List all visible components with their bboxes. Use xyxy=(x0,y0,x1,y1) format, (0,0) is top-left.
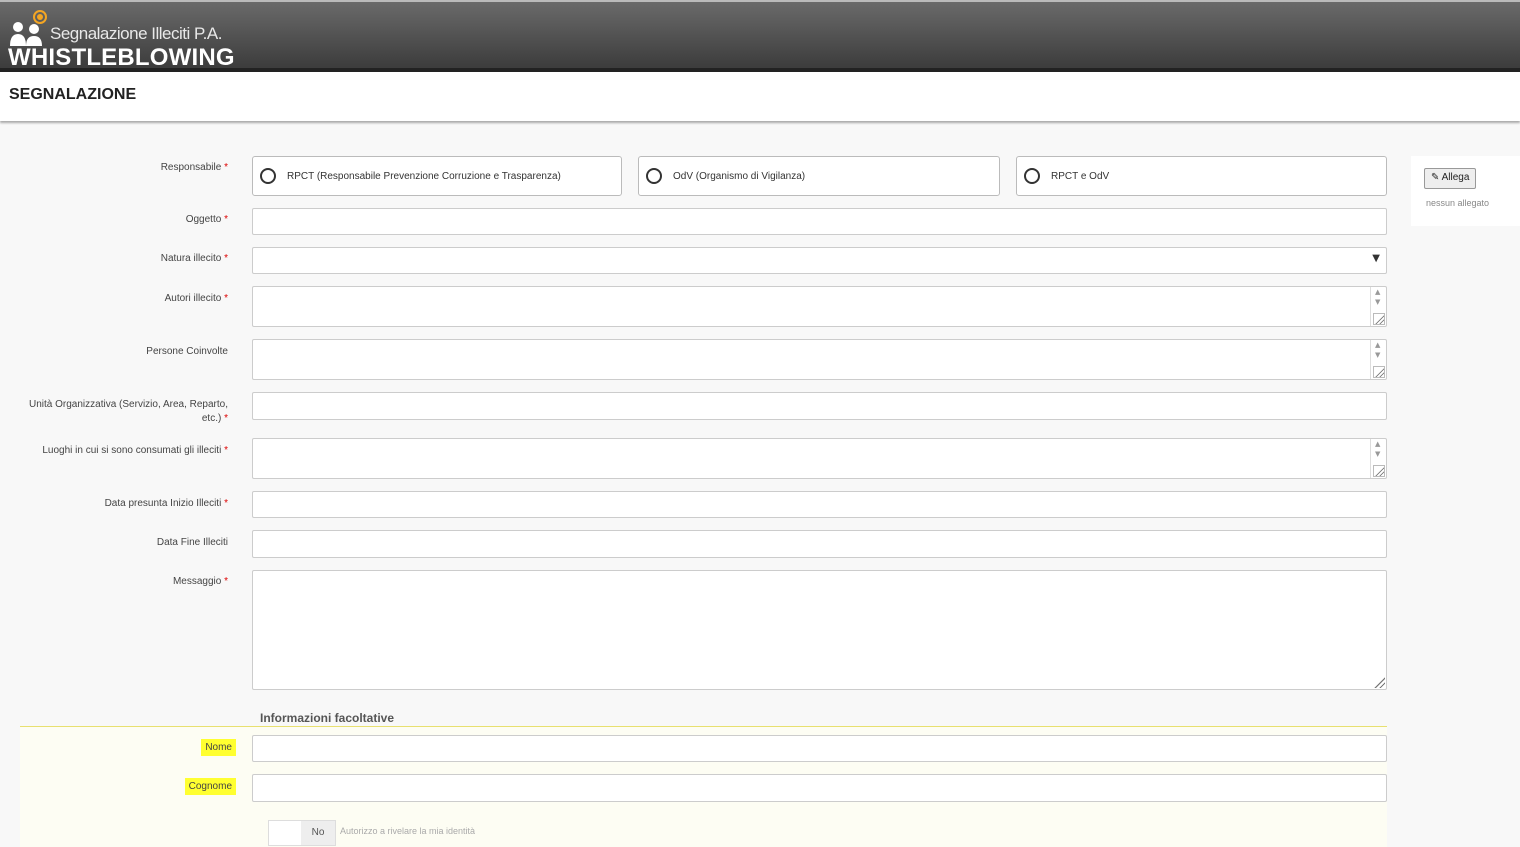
paperclip-icon: ✎ xyxy=(1431,172,1440,183)
messaggio-label: Messaggio * xyxy=(172,576,228,587)
toggle-value: No xyxy=(301,821,335,845)
persone-label: Persone Coinvolte xyxy=(146,346,228,357)
page-title: SEGNALAZIONE xyxy=(9,86,137,103)
radio-circle-icon[interactable] xyxy=(646,168,662,184)
cognome-input[interactable] xyxy=(252,774,1387,802)
radio-rpct-label: RPCT (Responsabile Prevenzione Corruzion… xyxy=(287,171,561,182)
messaggio-textarea[interactable] xyxy=(252,570,1387,690)
resize-grip-icon[interactable] xyxy=(1373,313,1385,325)
data-inizio-label: Data presunta Inizio Illeciti * xyxy=(104,498,228,509)
autori-label: Autori illecito * xyxy=(164,293,228,304)
responsabile-label: Responsabile * xyxy=(160,162,228,173)
people-logo-icon xyxy=(10,10,47,46)
natura-label: Natura illecito * xyxy=(160,253,228,264)
unita-input[interactable] xyxy=(252,392,1387,420)
nome-label: Nome xyxy=(201,739,236,756)
oggetto-label: Oggetto * xyxy=(185,214,228,225)
radio-odv[interactable]: OdV (Organismo di Vigilanza) xyxy=(638,156,1000,196)
identity-toggle[interactable]: No xyxy=(268,820,336,846)
logo-subtitle: Segnalazione Illeciti P.A. xyxy=(50,24,222,43)
attachments-empty-text: nessun allegato xyxy=(1426,198,1490,208)
optional-section-title: Informazioni facoltative xyxy=(260,711,395,725)
cognome-label: Cognome xyxy=(184,778,236,795)
radio-odv-label: OdV (Organismo di Vigilanza) xyxy=(673,171,806,182)
unita-label: Unità Organizzativa (Servizio, Area, Rep… xyxy=(29,399,228,424)
allega-button[interactable]: ✎ Allega xyxy=(1424,168,1477,189)
app-header: Segnalazione Illeciti P.A. WHISTLEBLOWIN… xyxy=(0,0,1520,71)
resize-grip-icon[interactable] xyxy=(1373,676,1385,688)
attachments-panel: ✎ Allega nessun allegato xyxy=(1411,156,1520,226)
radio-rpct[interactable]: RPCT (Responsabile Prevenzione Corruzion… xyxy=(252,156,622,196)
resize-grip-icon[interactable] xyxy=(1373,366,1385,378)
resize-grip-icon[interactable] xyxy=(1373,465,1385,477)
nome-input[interactable] xyxy=(252,735,1387,762)
data-fine-label: Data Fine Illeciti xyxy=(156,537,228,548)
oggetto-input[interactable] xyxy=(252,208,1387,235)
radio-rpct-odv-label: RPCT e OdV xyxy=(1051,171,1110,182)
luoghi-label: Luoghi in cui si sono consumati gli ille… xyxy=(42,445,228,456)
data-fine-input[interactable] xyxy=(252,530,1387,558)
identity-toggle-label: Autorizzo a rivelare la mia identità xyxy=(340,826,476,836)
radio-circle-icon[interactable] xyxy=(1024,168,1040,184)
autori-textarea[interactable] xyxy=(252,286,1387,327)
radio-rpct-odv[interactable]: RPCT e OdV xyxy=(1016,156,1387,196)
luoghi-textarea[interactable] xyxy=(252,438,1387,479)
data-inizio-input[interactable] xyxy=(252,491,1387,518)
page-title-bar: SEGNALAZIONE xyxy=(0,68,1520,121)
radio-circle-icon[interactable] xyxy=(260,168,276,184)
chevron-down-icon[interactable]: ▼ xyxy=(1372,253,1380,264)
natura-select[interactable]: ▼ xyxy=(252,247,1387,274)
persone-textarea[interactable] xyxy=(252,339,1387,380)
